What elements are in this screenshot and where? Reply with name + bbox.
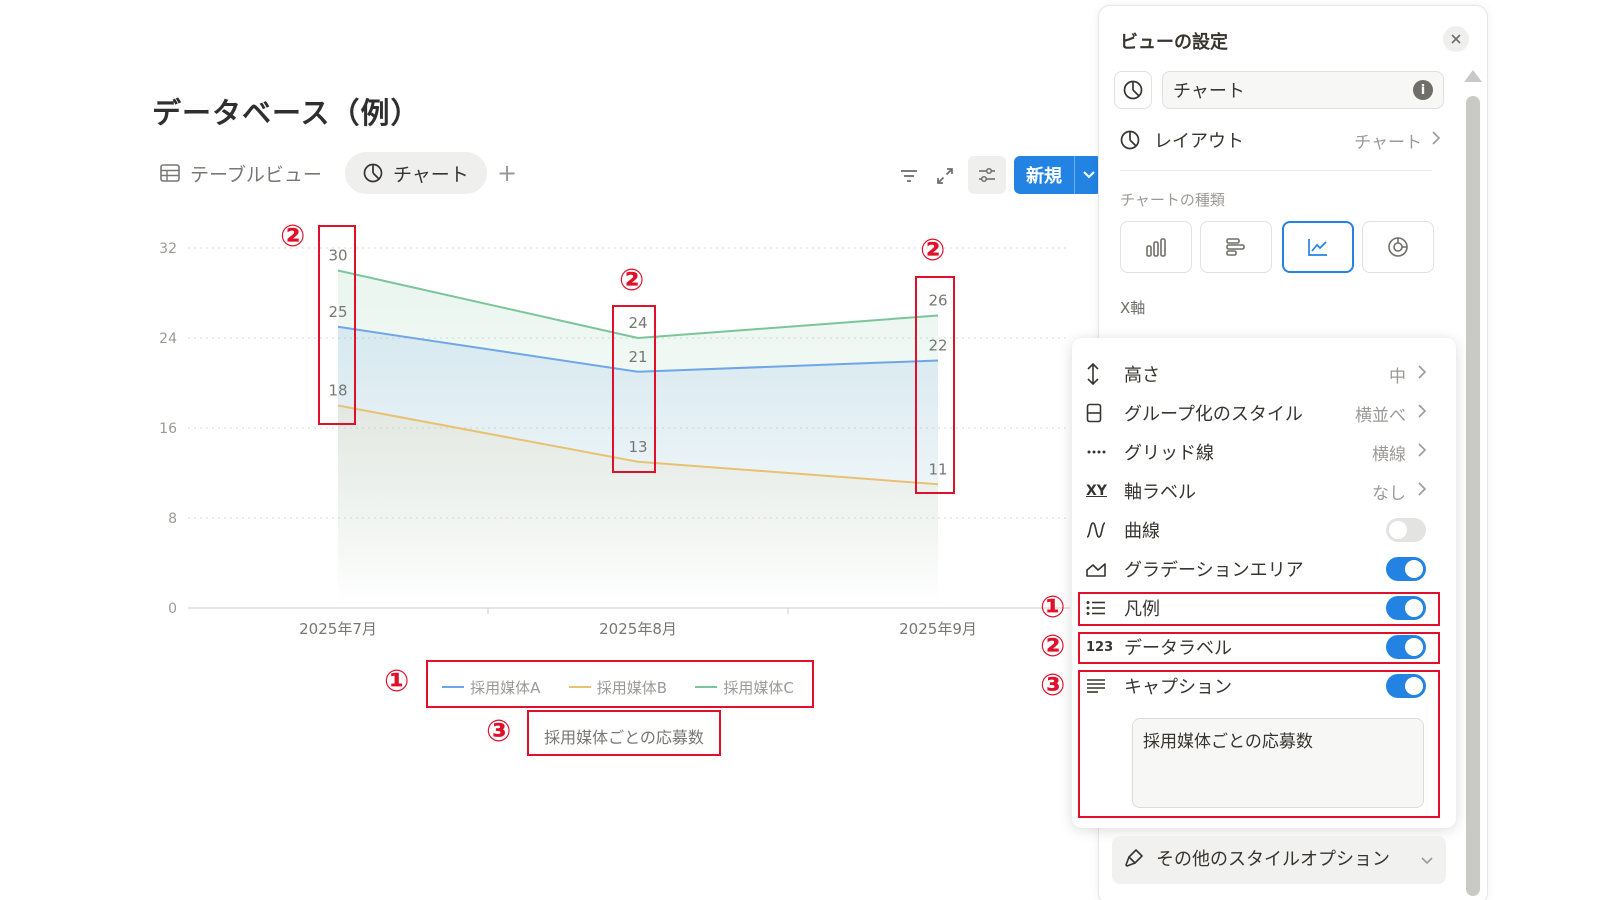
line-chart-icon bbox=[1307, 237, 1329, 257]
x-tick-label: 2025年8月 bbox=[599, 620, 677, 638]
x-axis-label: X軸 bbox=[1120, 299, 1146, 317]
chart-type-horizontal-bar[interactable] bbox=[1200, 221, 1272, 273]
marker-3: ③ bbox=[1040, 668, 1066, 703]
curve-icon bbox=[1086, 521, 1116, 539]
x-tick-label: 2025年9月 bbox=[899, 620, 977, 638]
x-tick-label: 2025年7月 bbox=[299, 620, 377, 638]
divider bbox=[1120, 170, 1432, 171]
annotation-box-data-labels-toggle bbox=[1078, 632, 1440, 664]
more-style-options-label: その他のスタイルオプション bbox=[1156, 849, 1390, 870]
chevron-down-icon bbox=[1420, 850, 1434, 871]
y-tick-label: 32 bbox=[159, 241, 177, 257]
smooth-line-label: 曲線 bbox=[1124, 521, 1160, 542]
info-icon[interactable]: i bbox=[1413, 80, 1433, 100]
chart-type-vertical-bar[interactable] bbox=[1120, 221, 1192, 273]
panel-title: ビューの設定 bbox=[1120, 32, 1228, 53]
height-label: 高さ bbox=[1124, 365, 1160, 386]
scrollbar[interactable] bbox=[1466, 96, 1480, 896]
close-icon bbox=[1450, 33, 1462, 45]
chart-caption: 採用媒体ごとの応募数 bbox=[544, 728, 704, 747]
gradient-area-toggle[interactable] bbox=[1386, 557, 1426, 581]
chevron-right-icon bbox=[1418, 403, 1427, 423]
axis-labels-row[interactable]: XY 軸ラベル なし bbox=[1086, 474, 1427, 508]
chart-icon bbox=[1123, 80, 1143, 100]
grid-lines-label: グリッド線 bbox=[1124, 443, 1214, 464]
chart-icon bbox=[1120, 130, 1148, 150]
legend-label: 採用媒体A bbox=[470, 678, 541, 697]
chart-legend: 採用媒体A 採用媒体B 採用媒体C bbox=[428, 664, 808, 710]
scroll-up-arrow[interactable] bbox=[1464, 70, 1482, 82]
layout-value: チャート bbox=[1354, 132, 1422, 153]
legend-swatch bbox=[568, 686, 591, 688]
chart-type-section-label: チャートの種類 bbox=[1120, 191, 1225, 209]
group-style-label: グループ化のスタイル bbox=[1124, 404, 1303, 425]
gradient-area-label: グラデーションエリア bbox=[1124, 560, 1304, 581]
legend-item: 採用媒体B bbox=[568, 677, 668, 698]
marker-1: ① bbox=[384, 664, 410, 699]
height-row[interactable]: 高さ 中 bbox=[1086, 357, 1427, 391]
marker-2: ② bbox=[920, 233, 946, 268]
layout-label: レイアウト bbox=[1154, 131, 1244, 152]
marker-1: ① bbox=[1040, 590, 1066, 625]
donut-chart-icon bbox=[1387, 236, 1409, 258]
marker-2: ② bbox=[280, 219, 306, 254]
chart-type-line[interactable] bbox=[1282, 221, 1354, 273]
y-tick-label: 8 bbox=[168, 511, 177, 527]
grid-lines-value: 横線 bbox=[1372, 444, 1406, 465]
annotation-box-data-labels-3 bbox=[915, 276, 955, 494]
area-chart-icon bbox=[1086, 561, 1116, 577]
annotation-box-caption-toggle bbox=[1078, 670, 1440, 818]
legend-label: 採用媒体B bbox=[596, 678, 668, 697]
chart-type-donut[interactable] bbox=[1362, 221, 1434, 273]
axis-labels-label: 軸ラベル bbox=[1124, 482, 1196, 503]
view-name-value: チャート bbox=[1173, 81, 1245, 102]
more-style-options-button[interactable]: その他のスタイルオプション bbox=[1112, 836, 1446, 884]
smooth-line-row[interactable]: 曲線 bbox=[1086, 513, 1426, 547]
legend-label: 採用媒体C bbox=[723, 678, 794, 697]
vertical-bar-icon bbox=[1145, 237, 1167, 257]
annotation-box-legend-toggle bbox=[1078, 592, 1440, 626]
axis-labels-value: なし bbox=[1372, 483, 1406, 504]
horizontal-bar-icon bbox=[1225, 237, 1247, 257]
chevron-right-icon bbox=[1418, 481, 1427, 501]
annotation-box-data-labels-2 bbox=[612, 305, 656, 473]
y-tick-label: 24 bbox=[159, 331, 177, 347]
legend-swatch bbox=[442, 686, 465, 688]
height-value: 中 bbox=[1389, 366, 1406, 387]
group-style-icon bbox=[1086, 403, 1116, 423]
paintbrush-icon bbox=[1124, 848, 1144, 873]
line-chart: 252122181311302426 081624322025年7月 2025年8… bbox=[159, 241, 1070, 638]
xy-axis-icon: XY bbox=[1086, 483, 1107, 499]
dotted-line-icon bbox=[1086, 449, 1116, 455]
gradient-area-row[interactable]: グラデーションエリア bbox=[1086, 552, 1426, 586]
chevron-right-icon bbox=[1432, 130, 1441, 150]
view-icon-picker[interactable] bbox=[1114, 71, 1152, 109]
group-style-row[interactable]: グループ化のスタイル 横並べ bbox=[1086, 396, 1427, 430]
chevron-right-icon bbox=[1418, 364, 1427, 384]
legend-item: 採用媒体C bbox=[695, 677, 794, 698]
group-style-value: 横並べ bbox=[1355, 405, 1406, 426]
legend-swatch bbox=[695, 686, 718, 688]
y-tick-label: 0 bbox=[168, 601, 177, 617]
smooth-line-toggle[interactable] bbox=[1386, 518, 1426, 542]
view-name-input[interactable]: チャート i bbox=[1162, 71, 1444, 109]
marker-2: ② bbox=[1040, 629, 1066, 664]
chevron-right-icon bbox=[1418, 442, 1427, 462]
marker-2: ② bbox=[619, 263, 645, 298]
close-button[interactable] bbox=[1443, 26, 1469, 52]
grid-lines-row[interactable]: グリッド線 横線 bbox=[1086, 435, 1427, 469]
layout-row[interactable]: レイアウト チャート bbox=[1120, 124, 1441, 156]
y-tick-label: 16 bbox=[159, 421, 177, 437]
vertical-arrows-icon bbox=[1086, 362, 1116, 386]
annotation-box-data-labels-1 bbox=[318, 225, 356, 425]
marker-3: ③ bbox=[486, 714, 512, 749]
legend-item: 採用媒体A bbox=[442, 677, 540, 698]
